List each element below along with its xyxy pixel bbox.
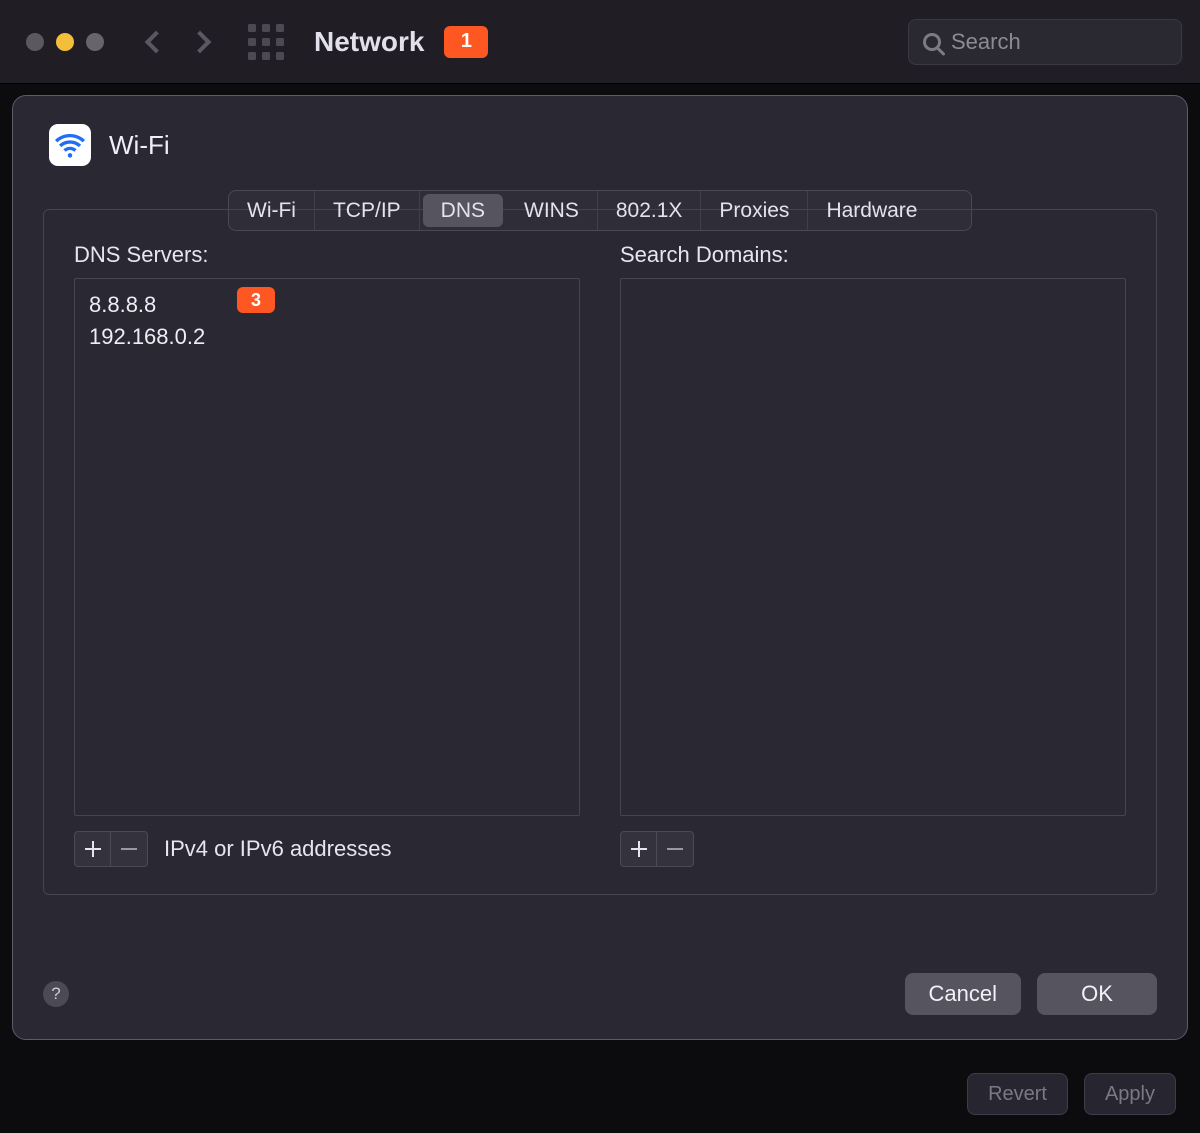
dns-servers-list[interactable]: 8.8.8.8 192.168.0.2 3: [74, 278, 580, 816]
search-domain-remove-button[interactable]: [657, 831, 694, 867]
connection-name: Wi-Fi: [109, 130, 170, 161]
plus-icon: [631, 841, 647, 857]
dns-remove-button[interactable]: [111, 831, 148, 867]
dns-server-entry[interactable]: 8.8.8.8: [89, 289, 565, 321]
wifi-icon: [49, 124, 91, 166]
toolbar: Network 1 Search: [0, 0, 1200, 84]
search-domain-add-button[interactable]: [620, 831, 657, 867]
close-window-button[interactable]: [26, 33, 44, 51]
search-placeholder: Search: [951, 29, 1021, 55]
revert-button[interactable]: Revert: [967, 1073, 1068, 1115]
window-title: Network: [314, 26, 424, 58]
apply-button[interactable]: Apply: [1084, 1073, 1176, 1115]
tab-wifi[interactable]: Wi-Fi: [229, 191, 315, 230]
search-domains-list[interactable]: [620, 278, 1126, 816]
help-button[interactable]: ?: [43, 981, 69, 1007]
dns-servers-label: DNS Servers:: [74, 242, 580, 268]
tab-bar: Wi-Fi TCP/IP DNS WINS 802.1X Proxies Har…: [228, 190, 972, 231]
tab-8021x[interactable]: 802.1X: [598, 191, 702, 230]
tab-tcpip[interactable]: TCP/IP: [315, 191, 420, 230]
background-action-bar: Revert Apply: [967, 1073, 1176, 1115]
advanced-network-sheet: Wi-Fi Wi-Fi TCP/IP DNS WINS 802.1X Proxi…: [12, 95, 1188, 1040]
callout-badge-1: 1: [444, 26, 488, 58]
show-all-prefs-button[interactable]: [248, 24, 284, 60]
cancel-button[interactable]: Cancel: [905, 973, 1021, 1015]
tab-hardware[interactable]: Hardware: [808, 191, 935, 230]
tab-proxies[interactable]: Proxies: [701, 191, 808, 230]
dns-server-entry[interactable]: 192.168.0.2: [89, 321, 565, 353]
toolbar-search-field[interactable]: Search: [908, 19, 1182, 65]
callout-badge-3: 3: [237, 287, 275, 313]
zoom-window-button[interactable]: [86, 33, 104, 51]
ok-button[interactable]: OK: [1037, 973, 1157, 1015]
dns-panel: DNS Servers: 8.8.8.8 192.168.0.2 3 IPv4 …: [43, 209, 1157, 895]
nav-buttons: [148, 34, 208, 50]
dns-add-button[interactable]: [74, 831, 111, 867]
plus-icon: [85, 841, 101, 857]
forward-button[interactable]: [189, 30, 212, 53]
tab-dns[interactable]: DNS: [423, 194, 503, 227]
tab-wins[interactable]: WINS: [506, 191, 598, 230]
minus-icon: [667, 841, 683, 857]
minimize-window-button[interactable]: [56, 33, 74, 51]
dns-hint: IPv4 or IPv6 addresses: [164, 836, 391, 862]
search-domains-label: Search Domains:: [620, 242, 1126, 268]
back-button[interactable]: [145, 30, 168, 53]
minus-icon: [121, 841, 137, 857]
search-icon: [923, 33, 941, 51]
window-controls: [26, 33, 104, 51]
